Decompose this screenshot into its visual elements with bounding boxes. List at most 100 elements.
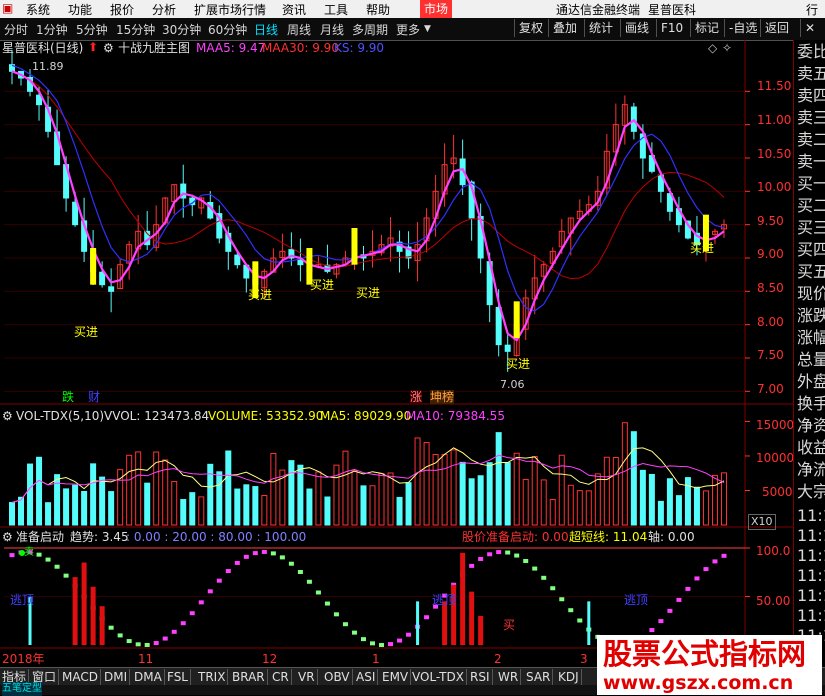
date-label: 2 <box>494 652 502 666</box>
volume-bar <box>531 456 538 526</box>
event-tag[interactable]: 涨 <box>410 390 423 404</box>
oscillator-block <box>180 621 186 626</box>
volume-bar <box>675 495 682 526</box>
escape-top-label: 逃顶 <box>10 593 35 607</box>
volume-bar <box>81 490 88 526</box>
oscillator-block <box>63 573 69 578</box>
volume-bar <box>252 486 259 526</box>
stock-chart[interactable] <box>0 0 795 667</box>
date-label: 12 <box>262 652 278 666</box>
volume-bar <box>459 461 466 526</box>
quote-field: 总量 <box>797 350 825 369</box>
volume-bar <box>612 457 619 526</box>
volume-bar <box>135 451 142 526</box>
tab-kdj[interactable]: KDJ <box>556 669 582 685</box>
quote-field: 现价 <box>797 284 825 303</box>
tab-cr[interactable]: CR <box>270 669 292 685</box>
oscillator-block <box>658 619 664 624</box>
oscillator-block <box>694 576 700 581</box>
event-tag[interactable]: 跌 <box>62 390 74 404</box>
tab-fsl[interactable]: FSL <box>165 669 191 685</box>
collapse-icon[interactable]: ✧ <box>722 41 732 55</box>
oscillator-block <box>388 642 394 647</box>
tab-dma[interactable]: DMA <box>132 669 165 685</box>
event-tag[interactable]: 坤榜 <box>430 390 455 404</box>
volume-bar <box>540 479 547 526</box>
ks-value: KS: 9.90 <box>334 41 385 55</box>
volume-bar <box>396 496 403 526</box>
tab-sar[interactable]: SAR <box>524 669 554 685</box>
oscillator-block <box>36 552 42 557</box>
volume-bar <box>117 469 124 526</box>
tab-vr[interactable]: VR <box>296 669 318 685</box>
oscillator-block <box>342 622 348 627</box>
volume-indicator-name[interactable]: VOL-TDX(5,10) <box>16 409 104 423</box>
settings-gear-icon[interactable]: ⚙ <box>2 530 13 544</box>
volume-bar <box>522 478 529 526</box>
volume-bar <box>315 471 322 526</box>
volume-bar <box>657 500 664 526</box>
volume-bar <box>594 473 601 526</box>
volume-bar <box>630 431 637 526</box>
price-tick: 10.50 <box>757 147 792 161</box>
settings-gear-icon[interactable]: ⚙ <box>2 409 13 423</box>
volume-bar <box>126 454 133 526</box>
candle-body <box>108 286 115 292</box>
oscillator-block <box>370 641 375 646</box>
tab-dmi[interactable]: DMI <box>102 669 131 685</box>
settings-gear-icon[interactable]: ⚙ <box>103 41 114 55</box>
tab-asi[interactable]: ASI <box>354 669 379 685</box>
time-tick: 11:1 <box>797 526 825 545</box>
quote-field: 收益 <box>797 438 825 457</box>
ready-bar <box>460 552 466 645</box>
oscillator-block <box>406 632 412 637</box>
menu-quote-right[interactable]: 行 <box>806 1 818 18</box>
oscillator-block <box>324 601 330 606</box>
tab-rsi[interactable]: RSI <box>468 669 493 685</box>
buy-signal: 买进 <box>690 241 715 255</box>
tab-vol-tdx[interactable]: VOL-TDX <box>410 669 467 685</box>
volume-bar <box>108 491 115 526</box>
tab-emv[interactable]: EMV <box>380 669 412 685</box>
quote-field: 买二 <box>797 196 825 215</box>
ready-bar <box>469 591 475 645</box>
oscillator-block <box>198 600 204 605</box>
tab-brar[interactable]: BRAR <box>230 669 268 685</box>
volume-value: VOLUME: 53352.90 <box>208 409 324 423</box>
diamond-icon[interactable]: ◇ <box>708 41 717 55</box>
oscillator-block <box>207 589 213 594</box>
event-tag[interactable]: 财 <box>88 390 100 404</box>
tab-wr[interactable]: WR <box>496 669 522 685</box>
tab-trix[interactable]: TRIX <box>196 669 229 685</box>
oscillator-block <box>126 639 132 644</box>
indicator-name[interactable]: 十战九胜主图 <box>118 41 190 55</box>
ready-bar <box>99 606 105 645</box>
volume-bar <box>585 490 592 526</box>
volume-bar <box>360 485 367 526</box>
quote-panel: 委比 卖五 卖四 卖三 卖二 卖一 买一 买二 买三 买四 买五 现价 涨跌 涨… <box>793 40 825 645</box>
oscillator-block <box>559 597 565 602</box>
oscillator-block <box>568 608 574 613</box>
price-tick: 7.50 <box>757 348 784 362</box>
close-icon[interactable]: ✕ <box>800 19 819 37</box>
candle-body <box>72 201 79 226</box>
volume-bar <box>36 456 43 526</box>
oscillator-block <box>577 618 583 623</box>
tab-macd[interactable]: MACD <box>60 669 101 685</box>
sub-indicator-name[interactable]: 准备启动 <box>16 530 64 544</box>
oscillator-block <box>721 553 727 558</box>
oscillator-block <box>216 578 222 583</box>
candle-body <box>504 344 511 352</box>
volume-bar <box>72 484 79 526</box>
escape-bar <box>416 601 420 645</box>
volume-bar <box>405 482 412 526</box>
quote-field: 卖三 <box>797 108 825 127</box>
buy-signal: 买进 <box>74 325 99 339</box>
volume-bar <box>387 472 394 526</box>
ready-bar <box>442 601 448 645</box>
tab-obv[interactable]: OBV <box>322 669 353 685</box>
oscillator-block <box>685 586 691 591</box>
oscillator-block <box>496 550 502 555</box>
volume-bar <box>297 464 304 526</box>
volume-bar <box>180 499 187 526</box>
